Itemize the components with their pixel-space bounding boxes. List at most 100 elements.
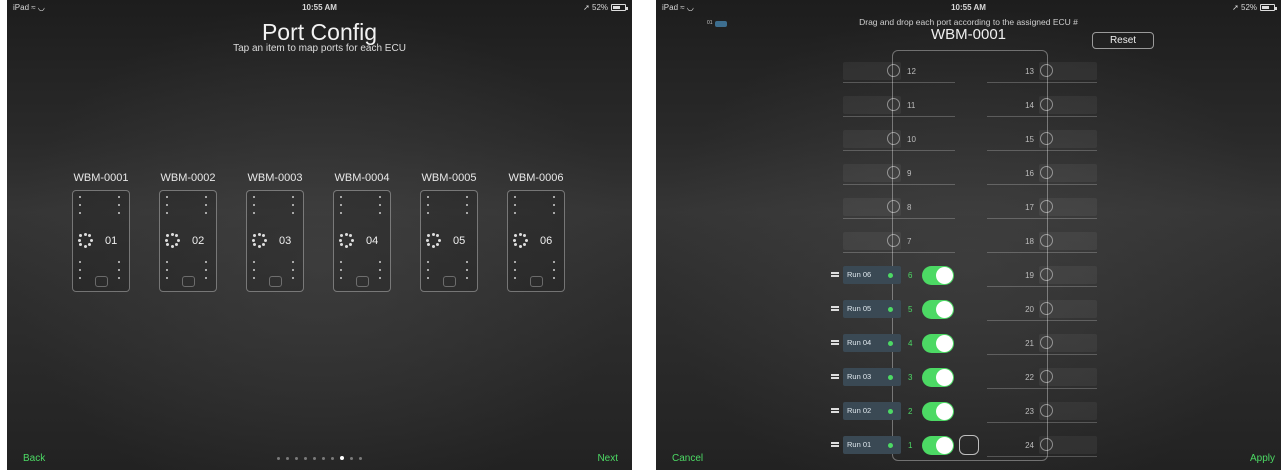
pin-dots: [427, 261, 429, 285]
page-dot[interactable]: [313, 456, 316, 460]
ecu-card[interactable]: WBM-0003 03: [240, 172, 310, 292]
port-pin-icon: [1040, 438, 1053, 451]
ecu-connector-box[interactable]: 02: [159, 190, 217, 292]
port-number: 5: [908, 305, 913, 314]
ecu-card[interactable]: WBM-0004 04: [327, 172, 397, 292]
port-number: 12: [907, 67, 916, 76]
port-pin-icon: [887, 64, 900, 77]
drag-handle-icon[interactable]: [831, 442, 839, 448]
port-number: 22: [1025, 373, 1034, 382]
row-divider: [987, 320, 1097, 321]
spinner-icon: [425, 232, 441, 248]
pin-dots: [379, 261, 381, 285]
page-title: Port Config: [261, 19, 378, 45]
page-dot[interactable]: [286, 456, 289, 460]
ecu-number: 02: [192, 235, 205, 247]
battery-indicator: ➚ 52%: [583, 3, 628, 12]
ecu-mini-slot: [356, 276, 369, 287]
pin-dots: [340, 261, 342, 285]
status-dot: [888, 443, 893, 448]
page-dot[interactable]: [340, 456, 344, 460]
ecu-connector-box[interactable]: 05: [420, 190, 478, 292]
ecu-card[interactable]: WBM-0002 02: [153, 172, 223, 292]
run-toggle[interactable]: [922, 402, 954, 421]
pin-dots: [166, 261, 168, 285]
ecu-connector-box[interactable]: 01: [72, 190, 130, 292]
port-pin-icon: [1040, 166, 1053, 179]
port-pin-icon: [1040, 98, 1053, 111]
ecu-card[interactable]: WBM-0001 01: [66, 172, 136, 292]
run-toggle[interactable]: [922, 266, 954, 285]
page-dot[interactable]: [295, 456, 298, 460]
status-dot: [888, 273, 893, 278]
pin-dots: [205, 196, 207, 220]
row-divider: [987, 150, 1097, 151]
drag-handle-icon[interactable]: [831, 408, 839, 414]
status-bar: iPad ≈ ◡ 10:55 AM ➚ 52%: [7, 3, 632, 15]
ecu-label: WBM-0004: [334, 172, 390, 184]
pin-dots: [79, 261, 81, 285]
row-divider: [987, 82, 1097, 83]
port-pin-icon: [887, 234, 900, 247]
port-number: 23: [1025, 407, 1034, 416]
reset-button[interactable]: Reset: [1092, 32, 1154, 49]
drag-handle-icon[interactable]: [831, 272, 839, 278]
pin-dots: [379, 196, 381, 220]
status-dot: [888, 307, 893, 312]
port-pin-icon: [1040, 404, 1053, 417]
port-pin-icon: [1040, 302, 1053, 315]
run-toggle[interactable]: [922, 368, 954, 387]
apply-button[interactable]: Apply: [1250, 453, 1275, 464]
page-dot[interactable]: [277, 456, 280, 460]
ecu-card[interactable]: WBM-0006 06: [501, 172, 571, 292]
drag-target-box[interactable]: [959, 435, 979, 455]
port-pin-icon: [1040, 234, 1053, 247]
drag-handle-icon[interactable]: [831, 340, 839, 346]
port-number: 10: [907, 135, 916, 144]
spinner-icon: [77, 232, 93, 248]
run-toggle[interactable]: [922, 436, 954, 455]
run-toggle[interactable]: [922, 334, 954, 353]
battery-icon: [1260, 4, 1277, 11]
pin-dots: [292, 196, 294, 220]
run-label: Run 01: [847, 440, 872, 449]
drag-handle-icon[interactable]: [831, 374, 839, 380]
page-dot[interactable]: [331, 456, 334, 460]
page-dot[interactable]: [322, 456, 325, 460]
row-divider: [987, 184, 1097, 185]
port-number: 9: [907, 169, 912, 178]
page-dot[interactable]: [359, 456, 362, 460]
page-indicator[interactable]: [7, 456, 632, 460]
port-number: 7: [907, 237, 912, 246]
pin-dots: [514, 261, 516, 285]
port-number: 24: [1025, 441, 1034, 450]
ecu-connector-box[interactable]: 04: [333, 190, 391, 292]
port-pin-icon: [1040, 370, 1053, 383]
pin-dots: [166, 196, 168, 220]
page-dot[interactable]: [304, 456, 307, 460]
port-pin-icon: [887, 200, 900, 213]
port-pin-icon: [887, 166, 900, 179]
port-number: 4: [908, 339, 913, 348]
next-button[interactable]: Next: [597, 453, 618, 464]
ecu-label: WBM-0001: [73, 172, 129, 184]
port-number: 3: [908, 373, 913, 382]
port-number: 19: [1025, 271, 1034, 280]
drag-handle-icon[interactable]: [831, 306, 839, 312]
battery-indicator: ➚ 52%: [1232, 3, 1277, 12]
ecu-number: 04: [366, 235, 379, 247]
port-pin-icon: [1040, 64, 1053, 77]
pin-dots: [205, 261, 207, 285]
ecu-connector-box[interactable]: 06: [507, 190, 565, 292]
pin-dots: [466, 261, 468, 285]
spinner-icon: [251, 232, 267, 248]
page-dot[interactable]: [350, 456, 353, 460]
row-divider: [843, 184, 955, 185]
row-divider: [843, 218, 955, 219]
ecu-number: 06: [540, 235, 553, 247]
run-toggle[interactable]: [922, 300, 954, 319]
ecu-card[interactable]: WBM-0005 05: [414, 172, 484, 292]
ecu-mini-slot: [530, 276, 543, 287]
ecu-connector-box[interactable]: 03: [246, 190, 304, 292]
cancel-button[interactable]: Cancel: [672, 453, 703, 464]
